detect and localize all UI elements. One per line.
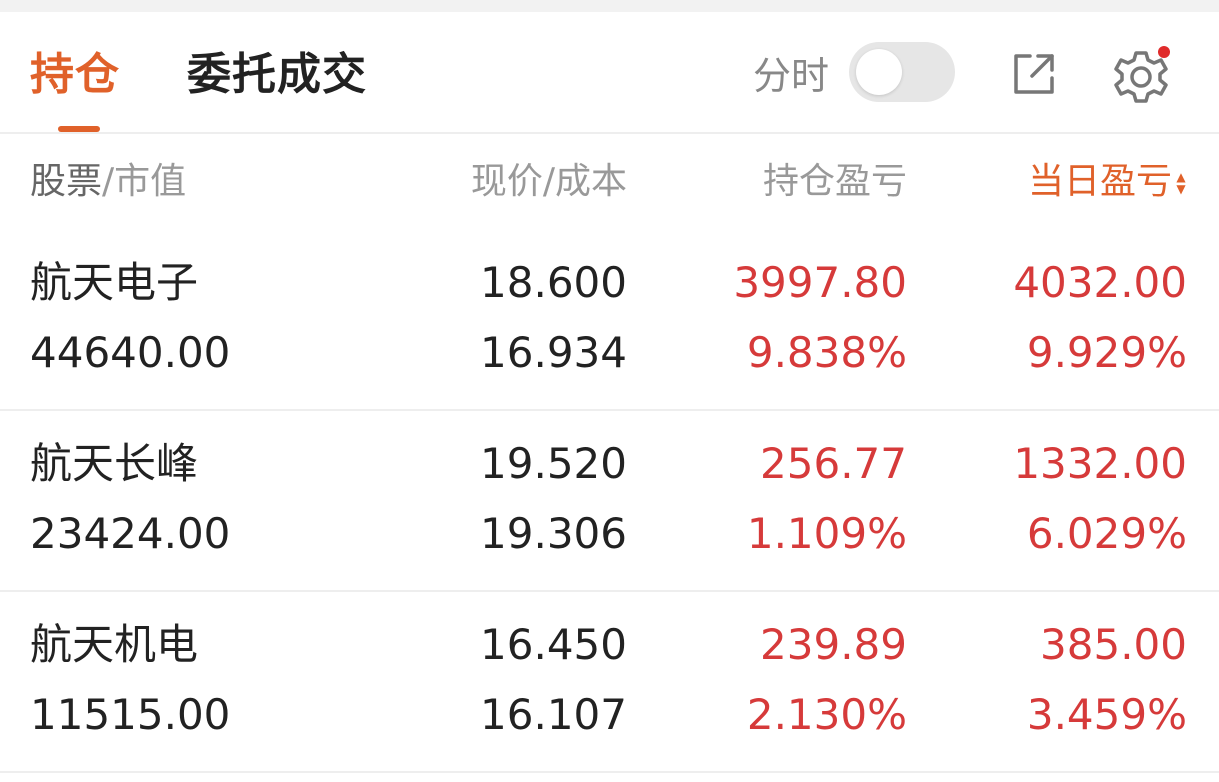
col-header-price-cost: 现价/成本 <box>470 161 627 202</box>
position-pl: 3997.80 <box>733 258 907 307</box>
current-price: 19.520 <box>480 439 627 488</box>
row-divider <box>0 771 1219 773</box>
stock-name: 航天机电 <box>30 620 199 669</box>
top-status-strip <box>0 0 1219 12</box>
holding-row[interactable]: 航天电子 44640.00 18.600 16.934 3997.80 9.83… <box>0 230 1219 410</box>
export-icon[interactable] <box>1010 50 1058 98</box>
daily-pl-percent: 3.459% <box>1026 690 1187 739</box>
market-value: 23424.00 <box>30 509 231 558</box>
position-pl-percent: 2.130% <box>746 690 907 739</box>
stock-name: 航天长峰 <box>30 439 199 488</box>
cost-price: 16.934 <box>480 328 627 377</box>
col-header-market-value-label: /市值 <box>102 161 187 202</box>
settings-gear-icon[interactable] <box>1112 46 1170 106</box>
market-value: 11515.00 <box>30 690 231 739</box>
daily-pl: 1332.00 <box>1013 439 1187 488</box>
header-bar: 持仓 委托成交 分时 <box>0 12 1219 132</box>
daily-pl-percent: 6.029% <box>1026 509 1187 558</box>
tab-positions[interactable]: 持仓 <box>30 50 120 100</box>
col-header-daily-pl-label: 当日盈亏 <box>1027 161 1172 202</box>
timeshare-toggle[interactable] <box>849 42 955 102</box>
daily-pl: 385.00 <box>1040 620 1187 669</box>
market-value: 44640.00 <box>30 328 231 377</box>
cost-price: 19.306 <box>480 509 627 558</box>
notification-dot <box>1158 46 1170 58</box>
position-pl-percent: 1.109% <box>746 509 907 558</box>
col-header-stock-label: 股票 <box>30 161 103 202</box>
sort-arrows-icon: ▲ ▼ <box>1176 170 1186 196</box>
header-divider <box>0 132 1219 134</box>
tab-orders[interactable]: 委托成交 <box>187 50 367 100</box>
cost-price: 16.107 <box>480 690 627 739</box>
stock-name: 航天电子 <box>30 258 199 307</box>
timeshare-label: 分时 <box>753 54 830 98</box>
position-pl-percent: 9.838% <box>746 328 907 377</box>
current-price: 18.600 <box>480 258 627 307</box>
col-header-daily-pl[interactable]: 当日盈亏 ▲ ▼ <box>1028 160 1188 204</box>
position-pl: 239.89 <box>760 620 907 669</box>
daily-pl: 4032.00 <box>1013 258 1187 307</box>
toggle-knob <box>856 49 902 95</box>
current-price: 16.450 <box>480 620 627 669</box>
position-pl: 256.77 <box>760 439 907 488</box>
holding-row[interactable]: 航天长峰 23424.00 19.520 19.306 256.77 1.109… <box>0 411 1219 591</box>
col-header-position-pl: 持仓盈亏 <box>762 161 907 202</box>
col-header-stock: 股票/市值 <box>30 160 186 204</box>
holding-row[interactable]: 航天机电 11515.00 16.450 16.107 239.89 2.130… <box>0 592 1219 772</box>
daily-pl-percent: 9.929% <box>1026 328 1187 377</box>
